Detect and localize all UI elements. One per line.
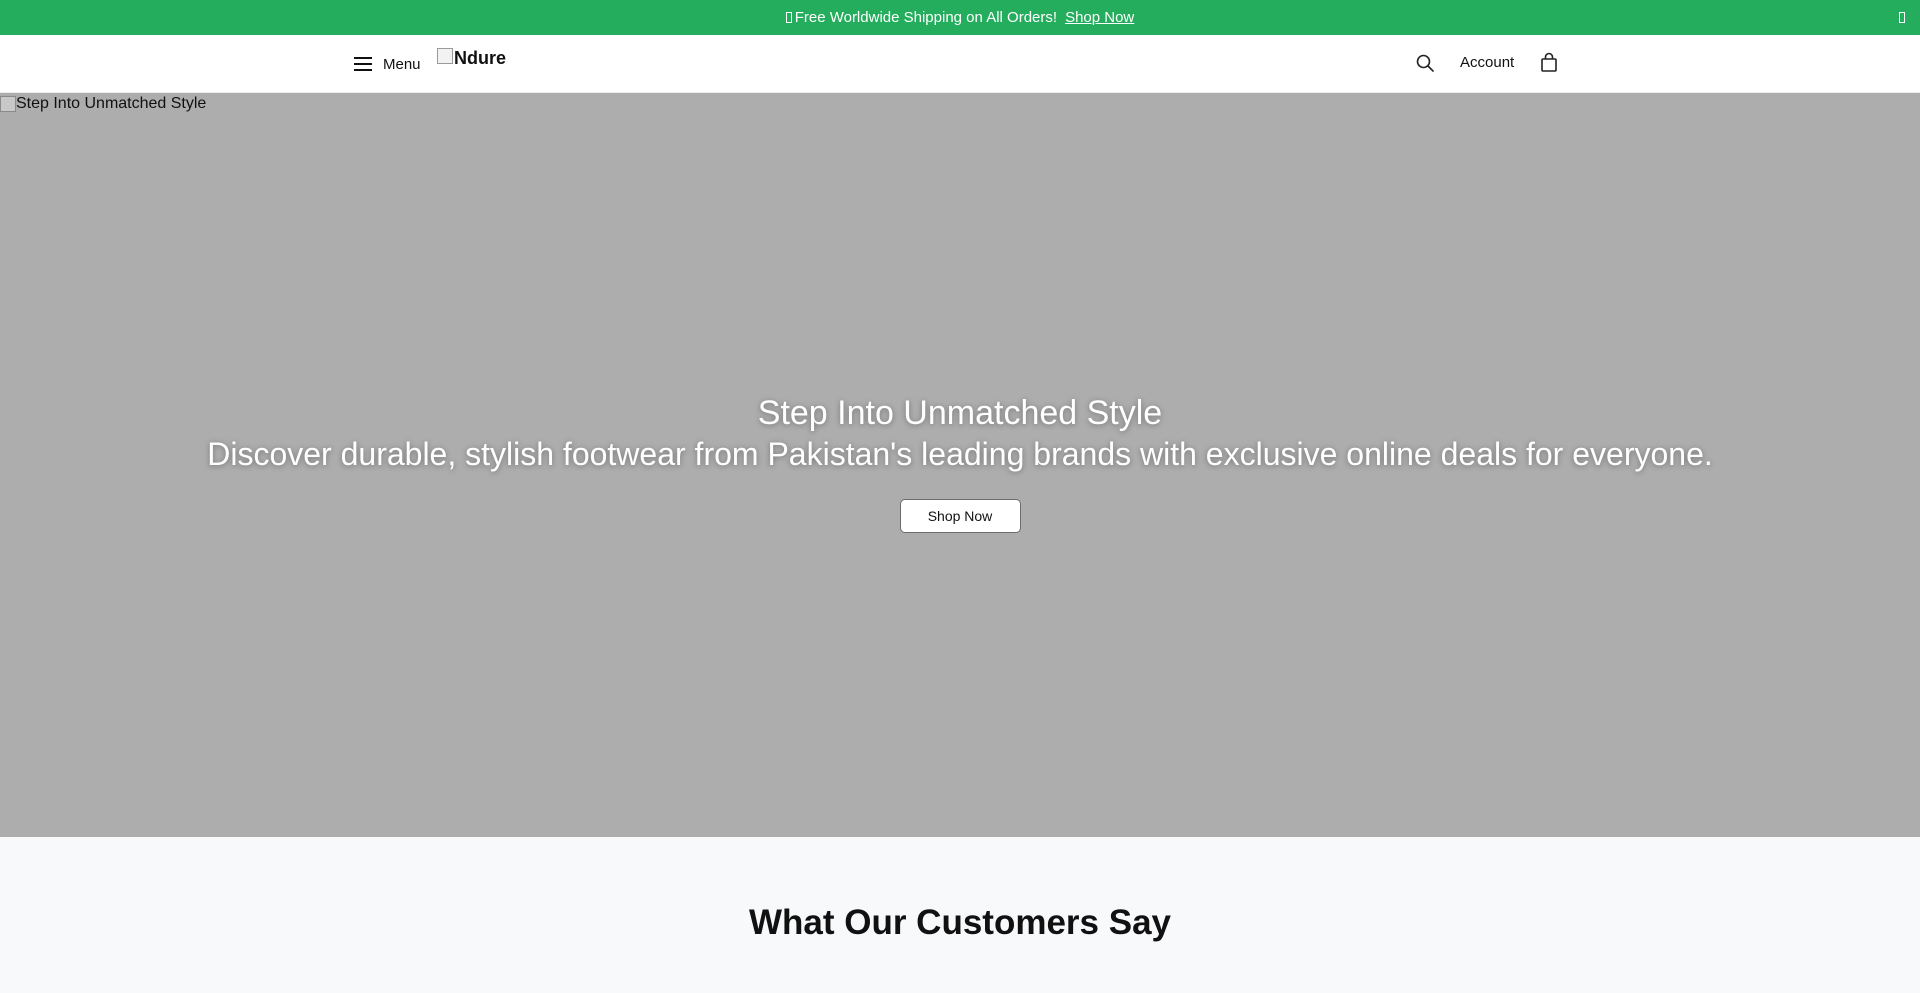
testimonials-heading: What Our Customers Say xyxy=(748,903,1172,942)
hero-image-alt-text: Step Into Unmatched Style xyxy=(16,95,207,112)
announcement-text: Free Worldwide Shipping on All Orders! xyxy=(794,9,1058,26)
hero-shop-now-button[interactable]: Shop Now xyxy=(899,499,1021,533)
hero-content: Step Into Unmatched Style Discover durab… xyxy=(0,393,1920,533)
announcement-bar: Free Worldwide Shipping on All Orders! S… xyxy=(0,0,1920,35)
broken-image-icon xyxy=(437,47,453,64)
announcement-shop-now-link[interactable]: Shop Now xyxy=(1065,9,1134,26)
menu-label: Menu xyxy=(383,55,421,73)
cart-button[interactable] xyxy=(1540,52,1558,73)
search-button[interactable] xyxy=(1415,53,1435,73)
site-header: Menu Ndure Account xyxy=(0,35,1920,93)
hero-subtitle: Discover durable, stylish footwear from … xyxy=(207,436,1713,472)
hero-banner: Step Into Unmatched Style Step Into Unma… xyxy=(0,93,1920,837)
close-icon[interactable] xyxy=(1899,12,1905,23)
search-icon xyxy=(1416,54,1434,72)
testimonials-section: What Our Customers Say xyxy=(0,837,1920,993)
logo-text: Ndure xyxy=(454,48,507,68)
hero-image-alt: Step Into Unmatched Style xyxy=(0,95,206,113)
broken-image-icon xyxy=(0,96,16,112)
announcement-content: Free Worldwide Shipping on All Orders! S… xyxy=(0,0,1920,35)
shopping-bag-icon xyxy=(1541,52,1557,72)
shipping-icon xyxy=(785,12,792,23)
site-logo[interactable]: Ndure xyxy=(437,47,507,69)
hamburger-icon xyxy=(354,57,372,71)
menu-button[interactable]: Menu xyxy=(354,52,421,76)
hero-title: Step Into Unmatched Style xyxy=(757,394,1163,432)
account-link[interactable]: Account xyxy=(1460,54,1514,71)
